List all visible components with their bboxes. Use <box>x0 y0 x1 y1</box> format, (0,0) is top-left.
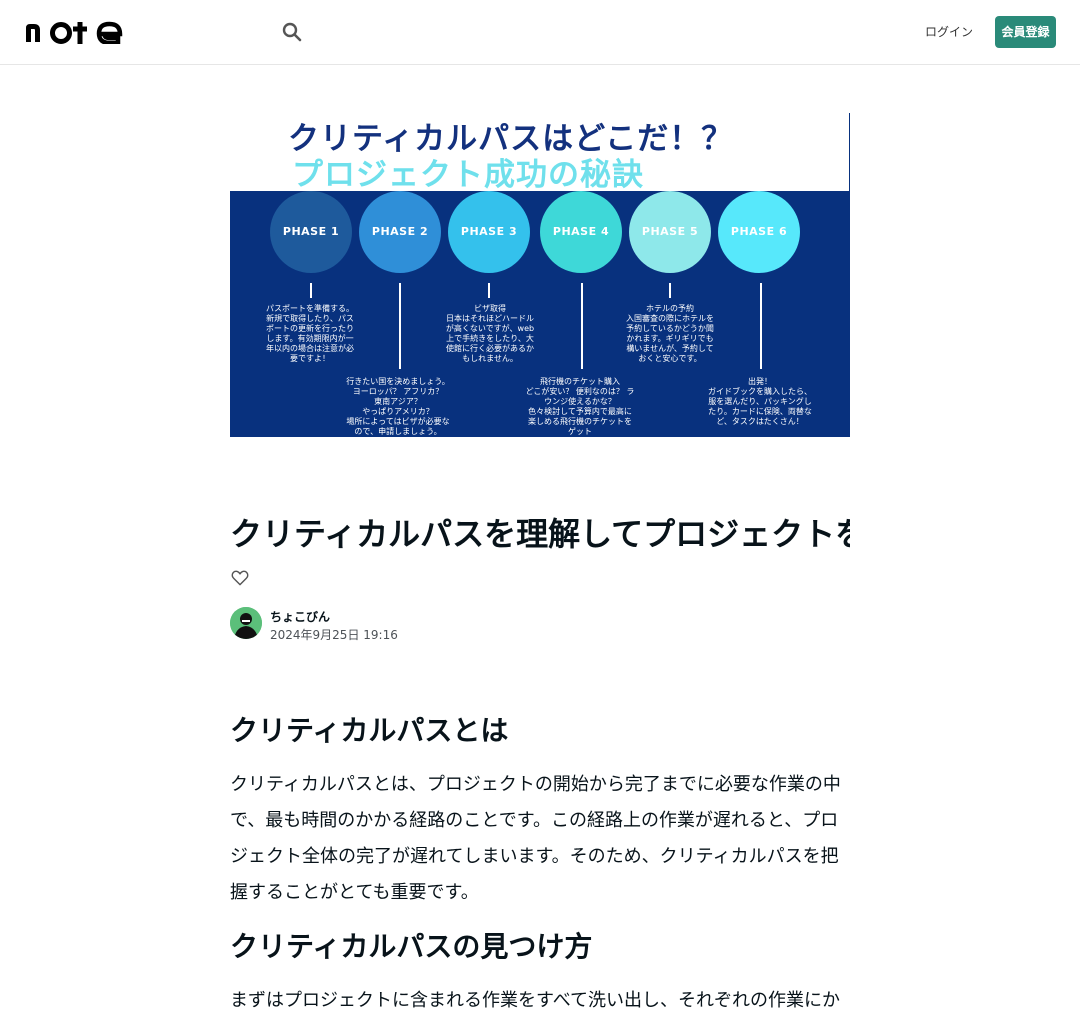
phase-6-description: 出発！ ガイドブックを購入したら、 服を選んだり、パッキングし たり。カードに保… <box>708 377 812 426</box>
phase-5-description: ホテルの予約 入国審査の際にホテルを 予約しているかどうか聞 かれます。ギリギリ… <box>626 304 714 363</box>
phase-circle-4: PHASE 4 <box>540 191 622 273</box>
login-link[interactable]: ログイン <box>918 20 980 44</box>
author-avatar[interactable] <box>230 607 262 639</box>
site-header: note ログイン 会員登録 <box>0 0 1080 65</box>
section-body-1: クリティカルパスとは、プロジェクトの開始から完了までに必要な作業の中で、最も時間… <box>230 774 841 903</box>
section-heading-1: クリティカルパスとは <box>230 714 509 747</box>
article-title: クリティカルパスを理解してプロジェクトを成功させる <box>230 515 850 553</box>
phase-circle-6: PHASE 6 <box>718 191 800 273</box>
eyecatch-title-line2: プロジェクト成功の秘訣 <box>292 157 644 193</box>
phase-2-description: 行きたい国を決めましょう。 ヨーロッパ？ アフリカ？ 東南アジア？ やっぱりアメ… <box>346 377 450 436</box>
connector-6 <box>760 283 762 369</box>
phase-3-description: ビザ取得 日本はそれほどハードル が高くないですが、web 上で手続きをしたり、… <box>445 304 535 363</box>
connector-3 <box>488 283 490 298</box>
eyecatch-title-band: クリティカルパスはどこだ！？ プロジェクト成功の秘訣 <box>230 113 850 193</box>
search-icon[interactable] <box>280 20 304 44</box>
phase-circle-3: PHASE 3 <box>448 191 530 273</box>
phase-1-description: パスポートを準備する。 新規で取得したり、パス ポートの更新を行ったり します。… <box>266 304 354 363</box>
heart-icon[interactable] <box>230 568 250 588</box>
connector-2 <box>399 283 401 369</box>
avatar-illustration <box>230 607 262 639</box>
author-name[interactable]: ちょこびん <box>270 608 330 625</box>
band-edge <box>849 113 850 191</box>
connector-4 <box>581 283 583 369</box>
phase-circle-1: PHASE 1 <box>270 191 352 273</box>
eyecatch-image: クリティカルパスはどこだ！？ プロジェクト成功の秘訣 PHASE 1 PHASE… <box>230 113 850 437</box>
connector-1 <box>310 283 312 298</box>
phase-circle-5: PHASE 5 <box>629 191 711 273</box>
phase-circle-2: PHASE 2 <box>359 191 441 273</box>
section-heading-2: クリティカルパスの見つけ方 <box>230 930 593 963</box>
note-logo[interactable]: note <box>24 20 124 44</box>
section-body-2: まずはプロジェクトに含まれる作業をすべて洗い出し、それぞれの作業にかかる時間と作… <box>230 990 841 1011</box>
signup-button[interactable]: 会員登録 <box>995 16 1056 48</box>
post-date: 2024年9月25日 19:16 <box>270 628 398 642</box>
connector-5 <box>669 283 671 298</box>
phase-4-description: 飛行機のチケット購入 どこが安い？ 便利なのは？ ラ ウンジ使えるかな？ 色々検… <box>525 377 635 436</box>
